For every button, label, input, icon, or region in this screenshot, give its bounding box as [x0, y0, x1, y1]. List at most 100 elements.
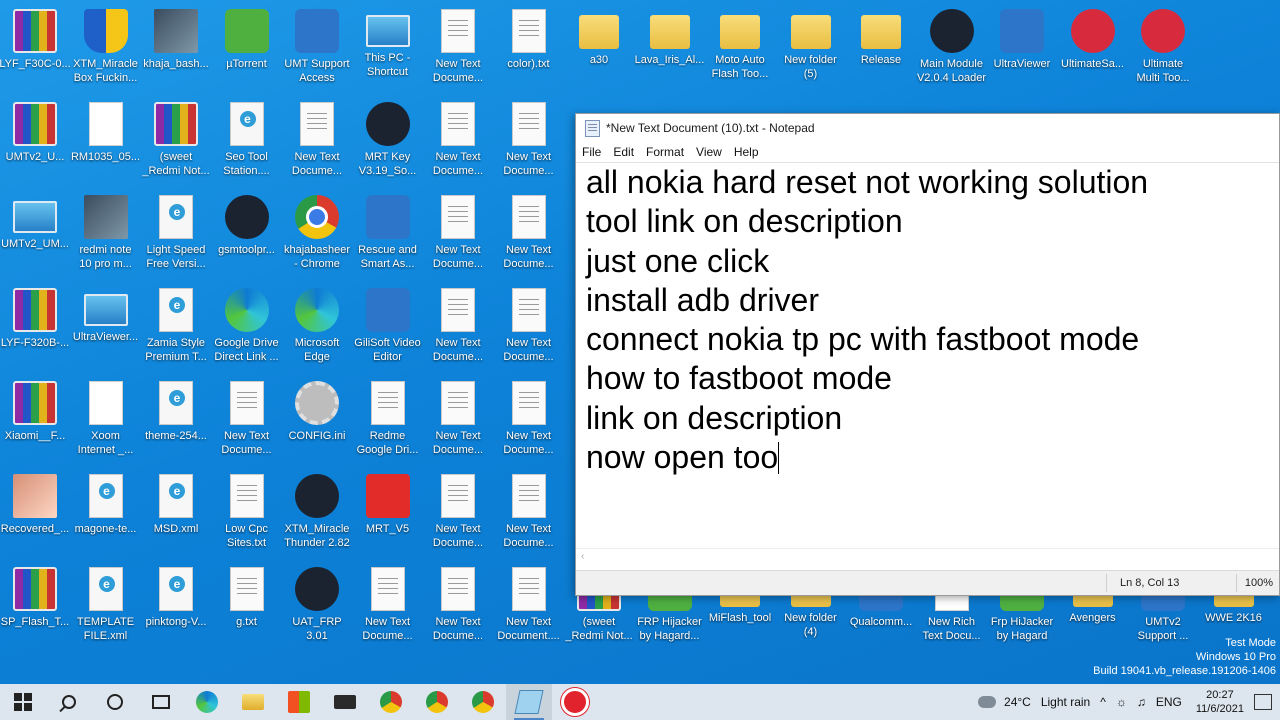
desktop-icon[interactable]: New folder (5): [776, 5, 846, 95]
desktop-icon[interactable]: Google Drive Direct Link ...: [212, 284, 282, 374]
clock-date: 11/6/2021: [1195, 703, 1244, 715]
desktop-icon[interactable]: UMT Support Access: [282, 5, 352, 95]
desktop-icon[interactable]: khaja_bash...: [141, 5, 211, 95]
desktop-icon[interactable]: UMTv2_U...: [0, 98, 70, 188]
desktop-icon[interactable]: New Text Docume...: [423, 377, 493, 467]
notification-icon[interactable]: [1254, 694, 1272, 710]
weather-temperature[interactable]: 24°C: [1004, 695, 1031, 709]
desktop-icon[interactable]: MSD.xml: [141, 470, 211, 560]
desktop-icon[interactable]: Ultimate Multi Too...: [1128, 5, 1198, 95]
desktop-icon[interactable]: New Text Docume...: [494, 98, 564, 188]
desktop-icon[interactable]: UltimateSa...: [1058, 5, 1128, 95]
desktop-icon[interactable]: Moto Auto Flash Too...: [705, 5, 775, 95]
desktop-icon[interactable]: magone-te...: [71, 470, 141, 560]
desktop-icon[interactable]: LYF-F320B-...: [0, 284, 70, 374]
menu-file[interactable]: File: [576, 145, 607, 159]
start-button[interactable]: [0, 684, 46, 720]
desktop-icon[interactable]: New Text Docume...: [494, 284, 564, 374]
desktop-icon[interactable]: MRT Key V3.19_So...: [353, 98, 423, 188]
desktop-icon[interactable]: New Text Docume...: [282, 98, 352, 188]
desktop-icon[interactable]: UAT_FRP 3.01: [282, 563, 352, 653]
desktop-icon[interactable]: theme-254...: [141, 377, 211, 467]
desktop-icon[interactable]: UltraViewer...: [71, 284, 141, 374]
desktop-icon[interactable]: This PC - Shortcut: [353, 5, 423, 95]
desktop-icon[interactable]: gsmtoolpr...: [212, 191, 282, 281]
ultimate-icon: [1070, 9, 1115, 53]
desktop-icon[interactable]: a30: [564, 5, 634, 95]
taskbar-chrome-3[interactable]: [460, 684, 506, 720]
notepad-window[interactable]: *New Text Document (10).txt - Notepad Fi…: [575, 113, 1280, 596]
desktop-icon[interactable]: New Text Docume...: [494, 191, 564, 281]
weather-description[interactable]: Light rain: [1041, 695, 1090, 709]
menu-help[interactable]: Help: [728, 145, 765, 159]
desktop-icon[interactable]: New Text Docume...: [423, 563, 493, 653]
desktop-icon[interactable]: New Text Docume...: [353, 563, 423, 653]
desktop-icon[interactable]: New Text Docume...: [423, 470, 493, 560]
desktop-icon[interactable]: GiliSoft Video Editor: [353, 284, 423, 374]
menu-edit[interactable]: Edit: [607, 145, 640, 159]
desktop-icon[interactable]: Seo Tool Station....: [212, 98, 282, 188]
taskbar-store[interactable]: [276, 684, 322, 720]
task-view-button[interactable]: [138, 684, 184, 720]
desktop-icon[interactable]: Lava_Iris_Al...: [635, 5, 705, 95]
desktop-icon[interactable]: CONFIG.ini: [282, 377, 352, 467]
notepad-text-area[interactable]: all nokia hard reset not working solutio…: [576, 162, 1279, 549]
desktop-icon[interactable]: TEMPLATE FILE.xml: [71, 563, 141, 653]
wifi-icon[interactable]: ☼: [1116, 695, 1127, 709]
desktop-icon[interactable]: pinktong-V...: [141, 563, 211, 653]
desktop-icon[interactable]: UltraViewer: [987, 5, 1057, 95]
desktop-icon[interactable]: RM1035_05...: [71, 98, 141, 188]
desktop-icon[interactable]: New Text Docume...: [423, 284, 493, 374]
desktop-icon[interactable]: Low Cpc Sites.txt: [212, 470, 282, 560]
cortana-button[interactable]: [92, 684, 138, 720]
desktop-icon[interactable]: MRT_V5: [353, 470, 423, 560]
desktop-icon[interactable]: UMTv2_UM...: [0, 191, 70, 281]
desktop-icon[interactable]: Recovered_...: [0, 470, 70, 560]
desktop-icon[interactable]: µTorrent: [212, 5, 282, 95]
desktop-icon[interactable]: Xoom Internet _...: [71, 377, 141, 467]
language-indicator[interactable]: ENG: [1156, 695, 1182, 709]
taskbar-notepad[interactable]: [506, 684, 552, 720]
scroll-left-arrow-icon[interactable]: ‹: [581, 551, 584, 562]
desktop-icon[interactable]: Xiaomi__F...: [0, 377, 70, 467]
weather-cloud-icon[interactable]: [978, 696, 997, 708]
desktop-icon[interactable]: Zamia Style Premium T...: [141, 284, 211, 374]
text-line-current: now open too: [586, 438, 1269, 477]
desktop-icon[interactable]: Release: [846, 5, 916, 95]
desktop-icon[interactable]: New Text Docume...: [423, 98, 493, 188]
search-button[interactable]: [46, 684, 92, 720]
volume-icon[interactable]: ♫: [1137, 695, 1146, 709]
taskbar-red-app[interactable]: [552, 684, 598, 720]
desktop-icon[interactable]: New Text Docume...: [423, 5, 493, 95]
horizontal-scrollbar[interactable]: ‹: [576, 548, 1279, 571]
desktop-icon[interactable]: Main Module V2.0.4 Loader: [917, 5, 987, 95]
desktop-icon[interactable]: New Text Docume...: [494, 470, 564, 560]
desktop-icon[interactable]: New Text Document....: [494, 563, 564, 653]
notepad-titlebar[interactable]: *New Text Document (10).txt - Notepad: [576, 114, 1279, 142]
desktop-icon[interactable]: color).txt: [494, 5, 564, 95]
desktop-icon[interactable]: LYF_F30C-0...: [0, 5, 71, 95]
taskbar-chrome-1[interactable]: [368, 684, 414, 720]
desktop-icon[interactable]: redmi note 10 pro m...: [71, 191, 141, 281]
desktop-icon[interactable]: XTM_Miracle Thunder 2.82: [282, 470, 352, 560]
desktop-icon[interactable]: New Text Docume...: [423, 191, 493, 281]
desktop-icon[interactable]: Rescue and Smart As...: [353, 191, 423, 281]
taskbar-chrome-2[interactable]: [414, 684, 460, 720]
taskbar-edge[interactable]: [184, 684, 230, 720]
desktop-icon[interactable]: Light Speed Free Versi...: [141, 191, 211, 281]
desktop-icon[interactable]: khajabasheer - Chrome: [282, 191, 352, 281]
desktop-icon[interactable]: Microsoft Edge: [282, 284, 352, 374]
menu-view[interactable]: View: [690, 145, 728, 159]
desktop-icon[interactable]: SP_Flash_T...: [0, 563, 70, 653]
tray-chevron-icon[interactable]: ^: [1100, 695, 1106, 709]
clock[interactable]: 20:27 11/6/2021: [1196, 688, 1244, 716]
desktop-icon[interactable]: New Text Docume...: [212, 377, 282, 467]
menu-format[interactable]: Format: [640, 145, 690, 159]
desktop-icon[interactable]: XTM_Miracle Box Fuckin...: [71, 5, 141, 95]
desktop-icon[interactable]: Redme Google Dri...: [353, 377, 423, 467]
desktop-icon[interactable]: (sweet _Redmi Not...: [141, 98, 211, 188]
desktop-icon[interactable]: g.txt: [212, 563, 282, 653]
desktop-icon[interactable]: New Text Docume...: [494, 377, 564, 467]
taskbar-mail[interactable]: [322, 684, 368, 720]
taskbar-file-explorer[interactable]: [230, 684, 276, 720]
